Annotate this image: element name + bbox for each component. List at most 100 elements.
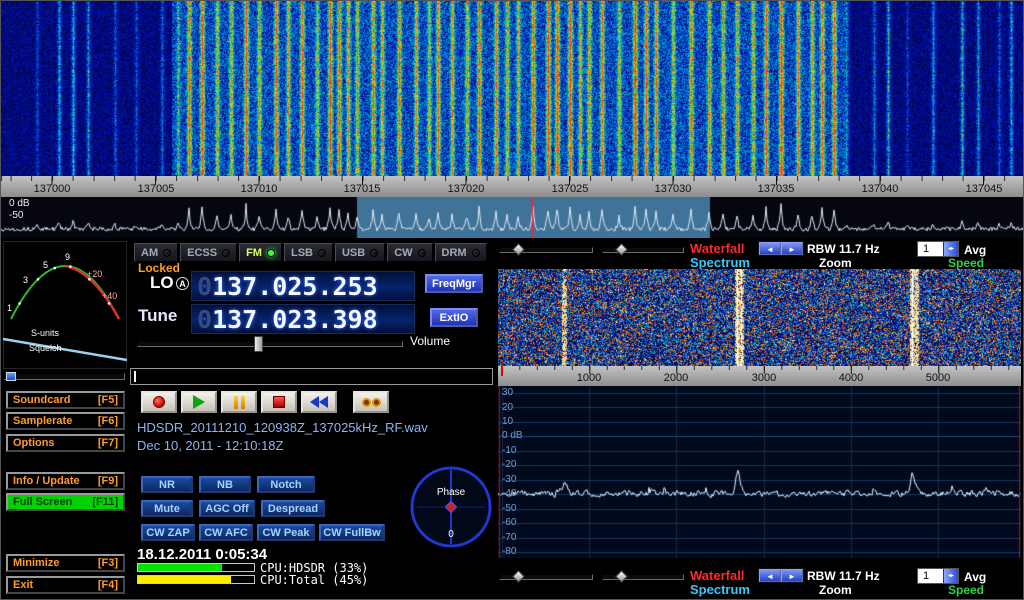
nr-button[interactable]: NR <box>141 476 193 493</box>
spectrum-label-bottom[interactable]: Spectrum <box>690 582 750 597</box>
cw-fullbw-button[interactable]: CW FullBw <box>319 524 385 541</box>
phase-scope[interactable]: Phase 0 <box>408 464 494 550</box>
cw-afc-button[interactable]: CW AFC <box>199 524 253 541</box>
mode-led <box>370 249 378 257</box>
avg-select-top[interactable]: 1◂▸ <box>917 241 959 257</box>
cw-zap-button[interactable]: CW ZAP <box>141 524 195 541</box>
volume-slider-thumb[interactable] <box>254 336 263 352</box>
freq-label: 137025 <box>539 183 601 195</box>
recording-filename: HDSDR_20111210_120938Z_137025kHz_RF.wav <box>137 420 428 435</box>
playback-position-marker[interactable] <box>134 371 136 382</box>
cpu-total-bar-fill <box>138 576 231 583</box>
lo-lock-badge[interactable]: A <box>176 277 189 290</box>
freq-label: 137035 <box>745 183 807 195</box>
extio-button[interactable]: ExtIO <box>430 308 478 327</box>
soundcard-button[interactable]: Soundcard[F5] <box>6 391 125 409</box>
recording-timestamp: Dec 10, 2011 - 12:10:18Z <box>137 438 283 453</box>
slider-thumb[interactable] <box>512 570 525 583</box>
af-db-label: 20 <box>502 402 513 413</box>
info-update-button[interactable]: Info / Update[F9] <box>6 472 125 490</box>
phase-label: Phase <box>437 487 466 498</box>
zoom-in-arrow[interactable]: ► <box>781 242 803 255</box>
select-scrollbar[interactable]: ◂▸ <box>943 242 958 256</box>
lo-label: LO <box>150 273 174 293</box>
volume-label: Volume <box>410 334 450 348</box>
despread-button[interactable]: Despread <box>261 500 325 517</box>
spectrum-brightness-slider[interactable] <box>602 574 684 580</box>
meter-tick-label: 1 <box>7 303 12 313</box>
lo-frequency-digits[interactable]: 0137.025.253 <box>197 272 378 301</box>
squelch-slider[interactable] <box>4 373 125 380</box>
notch-button[interactable]: Notch <box>257 476 315 493</box>
avg-select-bottom[interactable]: 1◂▸ <box>917 568 959 584</box>
exit-button[interactable]: Exit[F4] <box>6 576 125 594</box>
mode-button-fm[interactable]: FM <box>239 243 282 262</box>
record-icon <box>153 396 165 408</box>
af-db-label: -50 <box>502 503 516 514</box>
zoom-out-arrow[interactable]: ◄ <box>759 569 781 582</box>
af-spectrum-display[interactable] <box>498 386 1021 558</box>
select-scrollbar[interactable]: ◂▸ <box>943 569 958 583</box>
mode-button-cw[interactable]: CW <box>387 243 432 262</box>
mode-button-ecss[interactable]: ECSS <box>180 243 237 262</box>
play-button[interactable] <box>181 391 217 413</box>
zoom-out-arrow[interactable]: ◄ <box>759 242 781 255</box>
mode-button-drm[interactable]: DRM <box>435 243 487 262</box>
avg-label-bottom: Avg <box>964 570 986 584</box>
mode-led <box>472 249 480 257</box>
mode-button-am[interactable]: AM <box>134 243 178 262</box>
volume-slider[interactable] <box>137 341 403 347</box>
mode-button-usb[interactable]: USB <box>335 243 385 262</box>
playback-position-bar[interactable] <box>130 368 493 385</box>
main-frequency-scale[interactable]: 137000 137005 137010 137015 137020 13702… <box>1 176 1024 197</box>
options-button[interactable]: Options[F7] <box>6 434 125 452</box>
slider-thumb[interactable] <box>512 243 525 256</box>
rewind-button[interactable] <box>301 391 337 413</box>
main-spectrum-canvas[interactable] <box>1 197 1024 238</box>
loop-button[interactable] <box>353 391 389 413</box>
waterfall-label-top[interactable]: Waterfall <box>690 241 744 256</box>
slider-thumb[interactable] <box>615 570 628 583</box>
af-db-label: -80 <box>502 546 516 557</box>
zoom-in-arrow[interactable]: ► <box>781 569 803 582</box>
zoom-control-top[interactable]: ◄► <box>758 241 804 256</box>
mute-button[interactable]: Mute <box>141 500 193 517</box>
lo-frequency-display[interactable]: 0137.025.253 <box>191 271 415 301</box>
cw-peak-button[interactable]: CW Peak <box>257 524 315 541</box>
rbw-label-bottom: RBW 11.7 Hz <box>807 569 880 583</box>
squelch-slider-thumb[interactable] <box>6 372 16 381</box>
af-frequency-scale[interactable]: 1000 2000 3000 4000 5000 <box>498 366 1021 386</box>
zoom-label-bottom: Zoom <box>819 583 852 597</box>
speed-label-bottom: Speed <box>948 583 984 597</box>
spectrum-label-top[interactable]: Spectrum <box>690 255 750 270</box>
af-waterfall-display[interactable] <box>498 269 1021 366</box>
nb-button[interactable]: NB <box>199 476 251 493</box>
slider-thumb[interactable] <box>615 243 628 256</box>
freqmgr-button[interactable]: FreqMgr <box>425 274 483 293</box>
s-units-label: S-units <box>31 328 60 338</box>
tune-frequency-display[interactable]: 0137.023.398 <box>191 304 415 334</box>
samplerate-button[interactable]: Samplerate[F6] <box>6 412 125 430</box>
full-screen-button[interactable]: Full Screen[F11] <box>6 493 125 511</box>
waterfall-label-bottom[interactable]: Waterfall <box>690 568 744 583</box>
main-spectrum-display[interactable]: 0 dB -50 <box>1 197 1024 238</box>
stop-button[interactable] <box>261 391 297 413</box>
meter-tick-label: 9 <box>65 252 70 262</box>
minimize-button[interactable]: Minimize[F3] <box>6 554 125 572</box>
pause-button[interactable] <box>221 391 257 413</box>
waterfall-brightness-slider[interactable] <box>602 247 684 253</box>
meter-tick-label: 5 <box>43 260 48 270</box>
mode-button-lsb[interactable]: LSB <box>284 243 333 262</box>
af-db-label: 10 <box>502 416 513 427</box>
main-waterfall-display[interactable] <box>1 1 1024 176</box>
waterfall-contrast-slider[interactable] <box>499 247 593 253</box>
zoom-control-bottom[interactable]: ◄► <box>758 568 804 583</box>
tune-label: Tune <box>138 306 177 326</box>
record-button[interactable] <box>141 391 177 413</box>
af-freq-label: 1000 <box>564 372 614 384</box>
freq-label: 137010 <box>228 183 290 195</box>
spectrum-contrast-slider[interactable] <box>499 574 593 580</box>
agc-off-button[interactable]: AGC Off <box>199 500 255 517</box>
freq-label: 137040 <box>849 183 911 195</box>
tune-frequency-digits[interactable]: 0137.023.398 <box>197 305 378 334</box>
